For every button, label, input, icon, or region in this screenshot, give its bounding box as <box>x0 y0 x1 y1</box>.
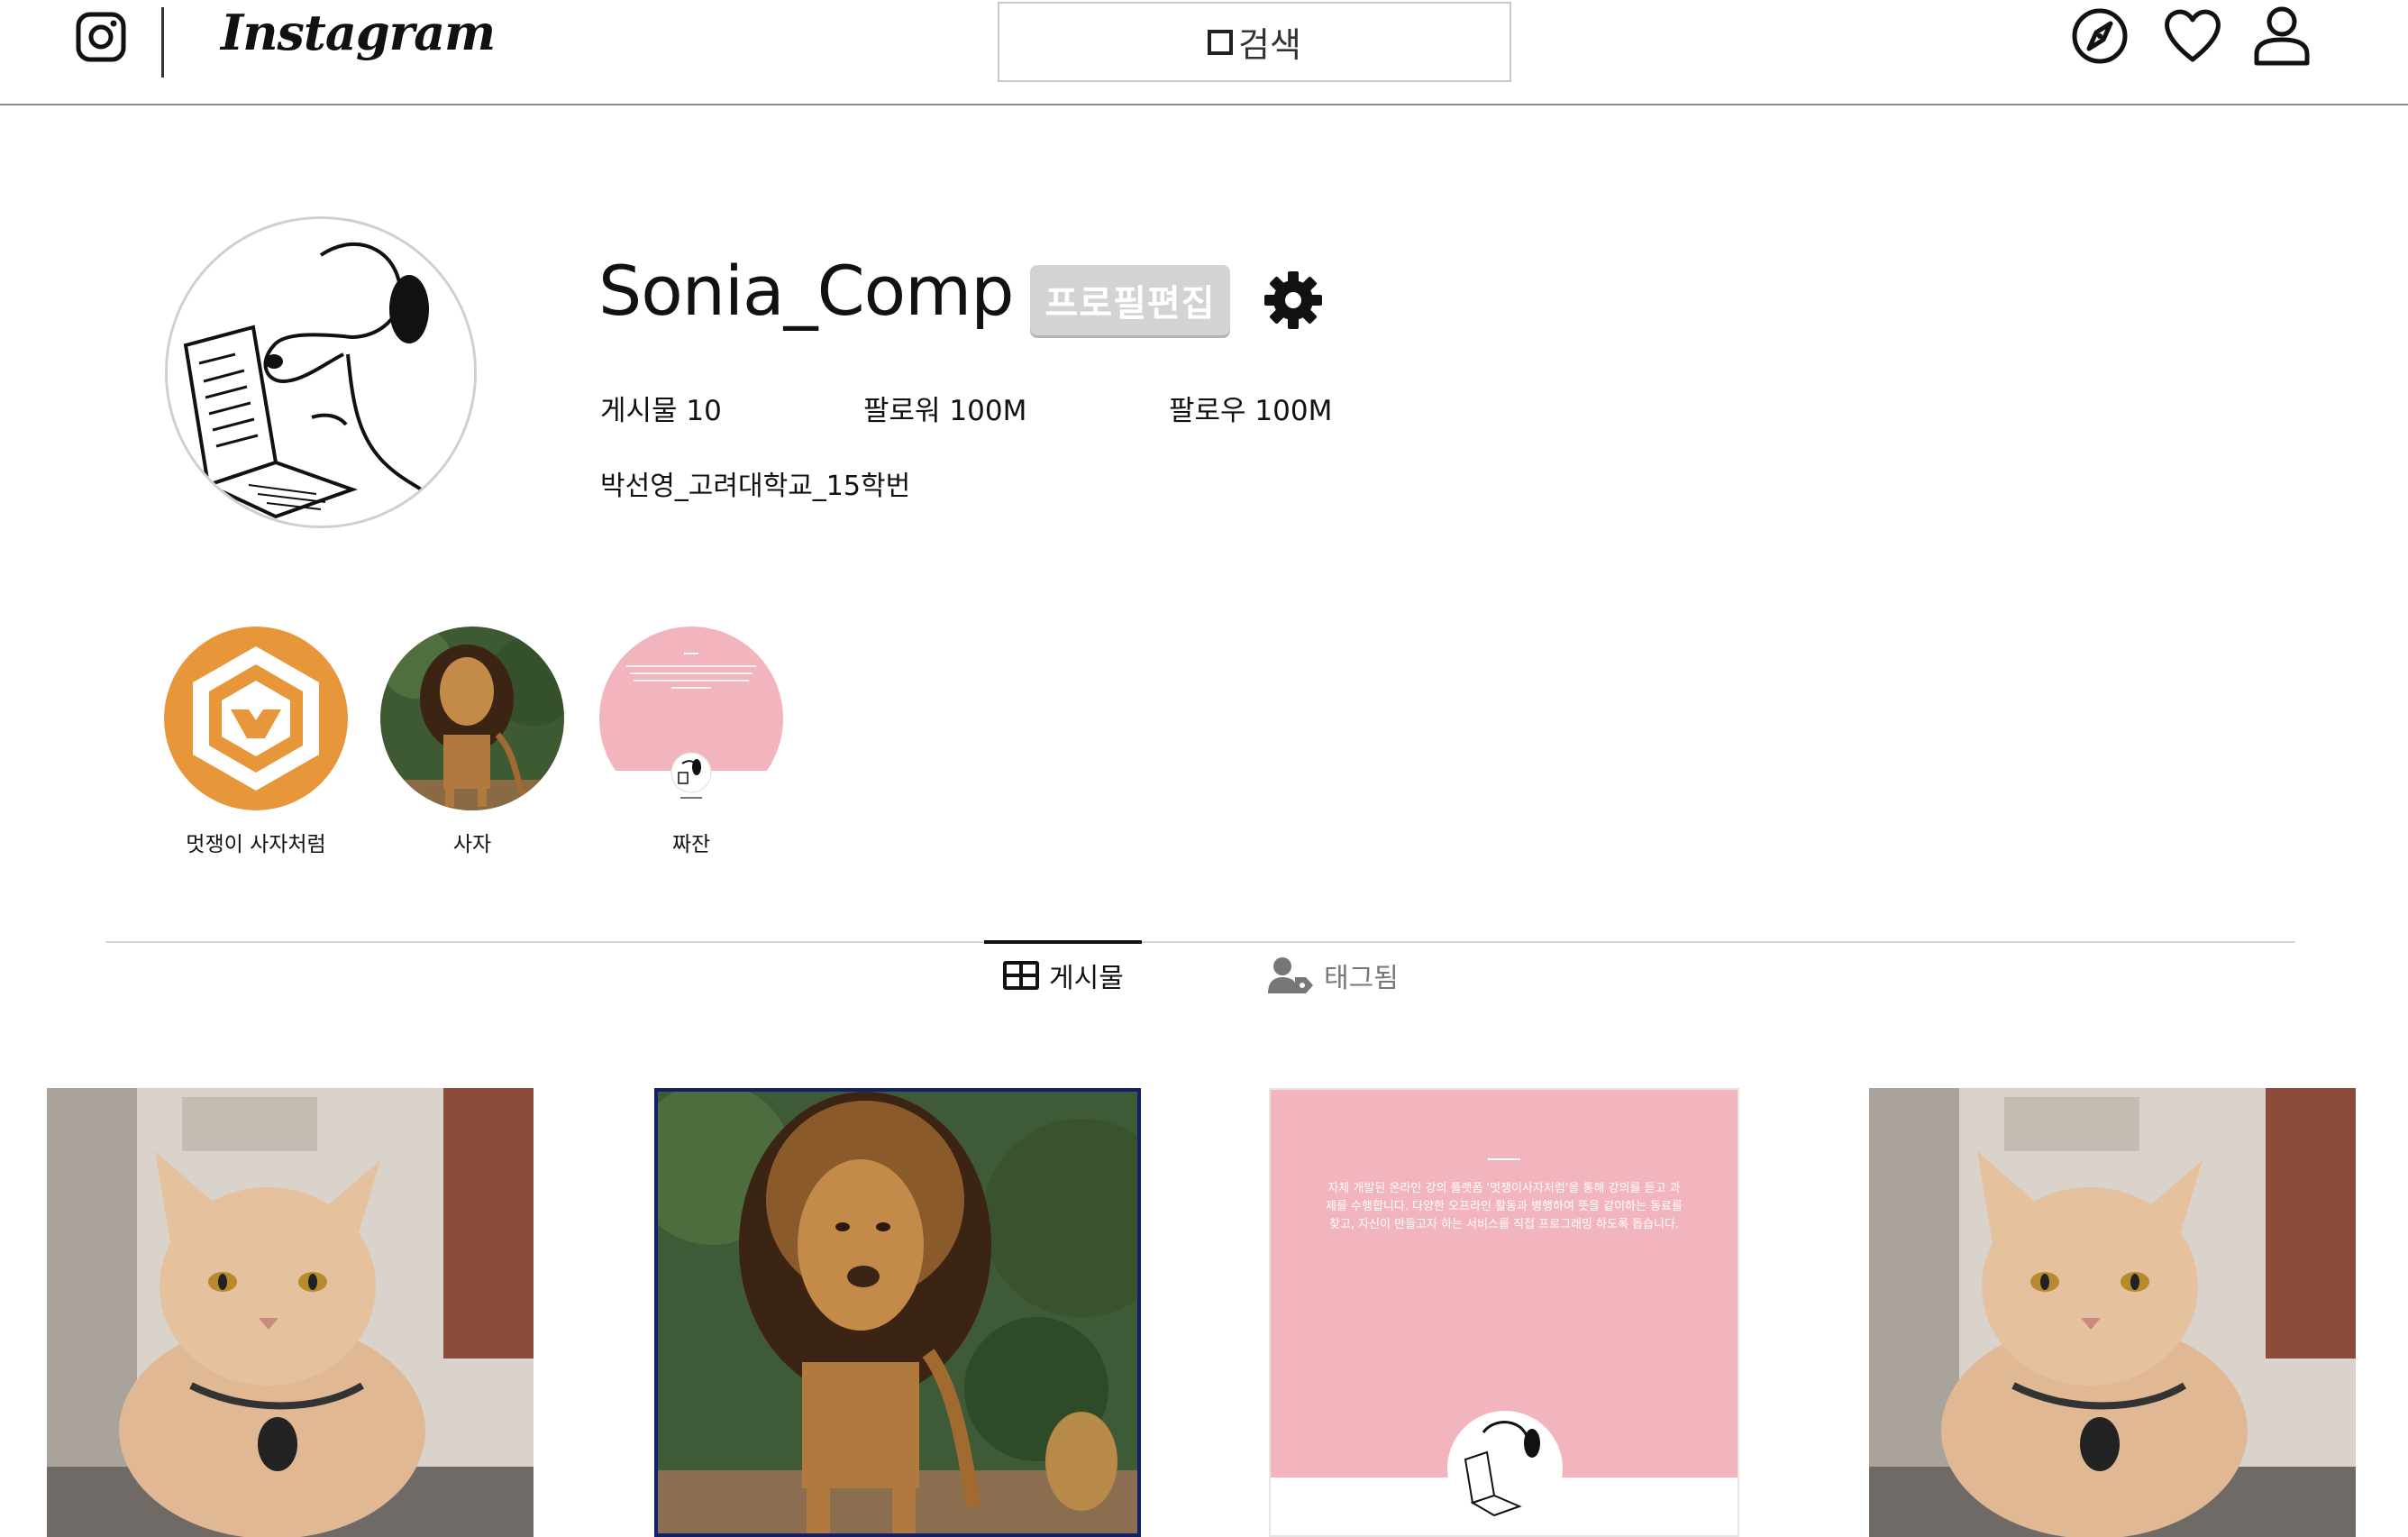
cat-photo <box>1869 1088 2356 1537</box>
heart-icon[interactable] <box>2160 2 2225 67</box>
profile-username: Sonia_Comp <box>598 251 1014 331</box>
following-count[interactable]: 팔로우 100M <box>1169 388 1332 428</box>
tab-tagged[interactable]: 태그됨 <box>1266 956 1399 995</box>
user-profile-icon[interactable] <box>2249 2 2314 67</box>
grid-icon <box>1003 961 1039 990</box>
highlight-label: 사자 <box>452 833 492 856</box>
cat-photo <box>47 1088 534 1537</box>
highlight-label: 멋쟁이 사자처럼 <box>186 833 326 856</box>
settings-gear-icon[interactable] <box>1263 270 1323 330</box>
search-input[interactable]: 검색 <box>998 2 1511 82</box>
story-highlight[interactable]: 사자 <box>380 627 564 857</box>
highlight-label: 짜잔 <box>671 833 711 856</box>
tab-posts[interactable]: 게시물 <box>1002 956 1124 995</box>
story-highlight[interactable]: 짜잔 <box>599 627 783 857</box>
lion-photo <box>658 1092 1137 1533</box>
post-thumbnail[interactable]: 자체 개발된 온라인 강의 플랫폼 '멋쟁이사자처럼'을 통해 강의를 듣고 과… <box>1269 1088 1739 1537</box>
profile-bio: 박선영_고려대학교_15학번 <box>600 471 911 502</box>
highlight-cover-pink-card <box>599 627 783 810</box>
story-highlight[interactable]: 멋쟁이 사자처럼 <box>164 627 348 857</box>
posts-count[interactable]: 게시물 10 <box>600 388 722 428</box>
card-dash <box>1488 1158 1520 1160</box>
search-placeholder: 검색 <box>1238 25 1301 65</box>
card-text: 자체 개발된 온라인 강의 플랫폼 '멋쟁이사자처럼'을 통해 강의를 듣고 과… <box>1326 1182 1683 1231</box>
followers-count[interactable]: 팔로워 100M <box>863 388 1026 428</box>
profile-avatar[interactable] <box>165 216 477 528</box>
instagram-camera-icon[interactable] <box>75 11 127 63</box>
tabs-divider <box>105 941 2295 943</box>
tab-tagged-label: 태그됨 <box>1324 963 1399 994</box>
active-tab-indicator <box>984 940 1142 944</box>
top-navbar: Instagram 검색 <box>0 0 2408 105</box>
text-card-image <box>1271 1090 1738 1535</box>
explore-compass-icon[interactable] <box>2067 2 2132 67</box>
tagged-user-icon <box>1268 957 1313 993</box>
post-thumbnail[interactable] <box>1869 1088 2356 1537</box>
search-icon <box>1208 29 1234 55</box>
edit-profile-button[interactable]: 프로필편집 <box>1030 265 1230 335</box>
highlight-cover-lion-photo <box>380 627 564 810</box>
highlight-cover-likelion-logo <box>164 627 348 810</box>
instagram-wordmark-logo[interactable]: Instagram <box>221 4 496 61</box>
post-thumbnail[interactable] <box>654 1088 1141 1537</box>
post-thumbnail[interactable] <box>47 1088 534 1537</box>
tab-posts-label: 게시물 <box>1049 963 1124 994</box>
header-divider <box>161 7 164 78</box>
